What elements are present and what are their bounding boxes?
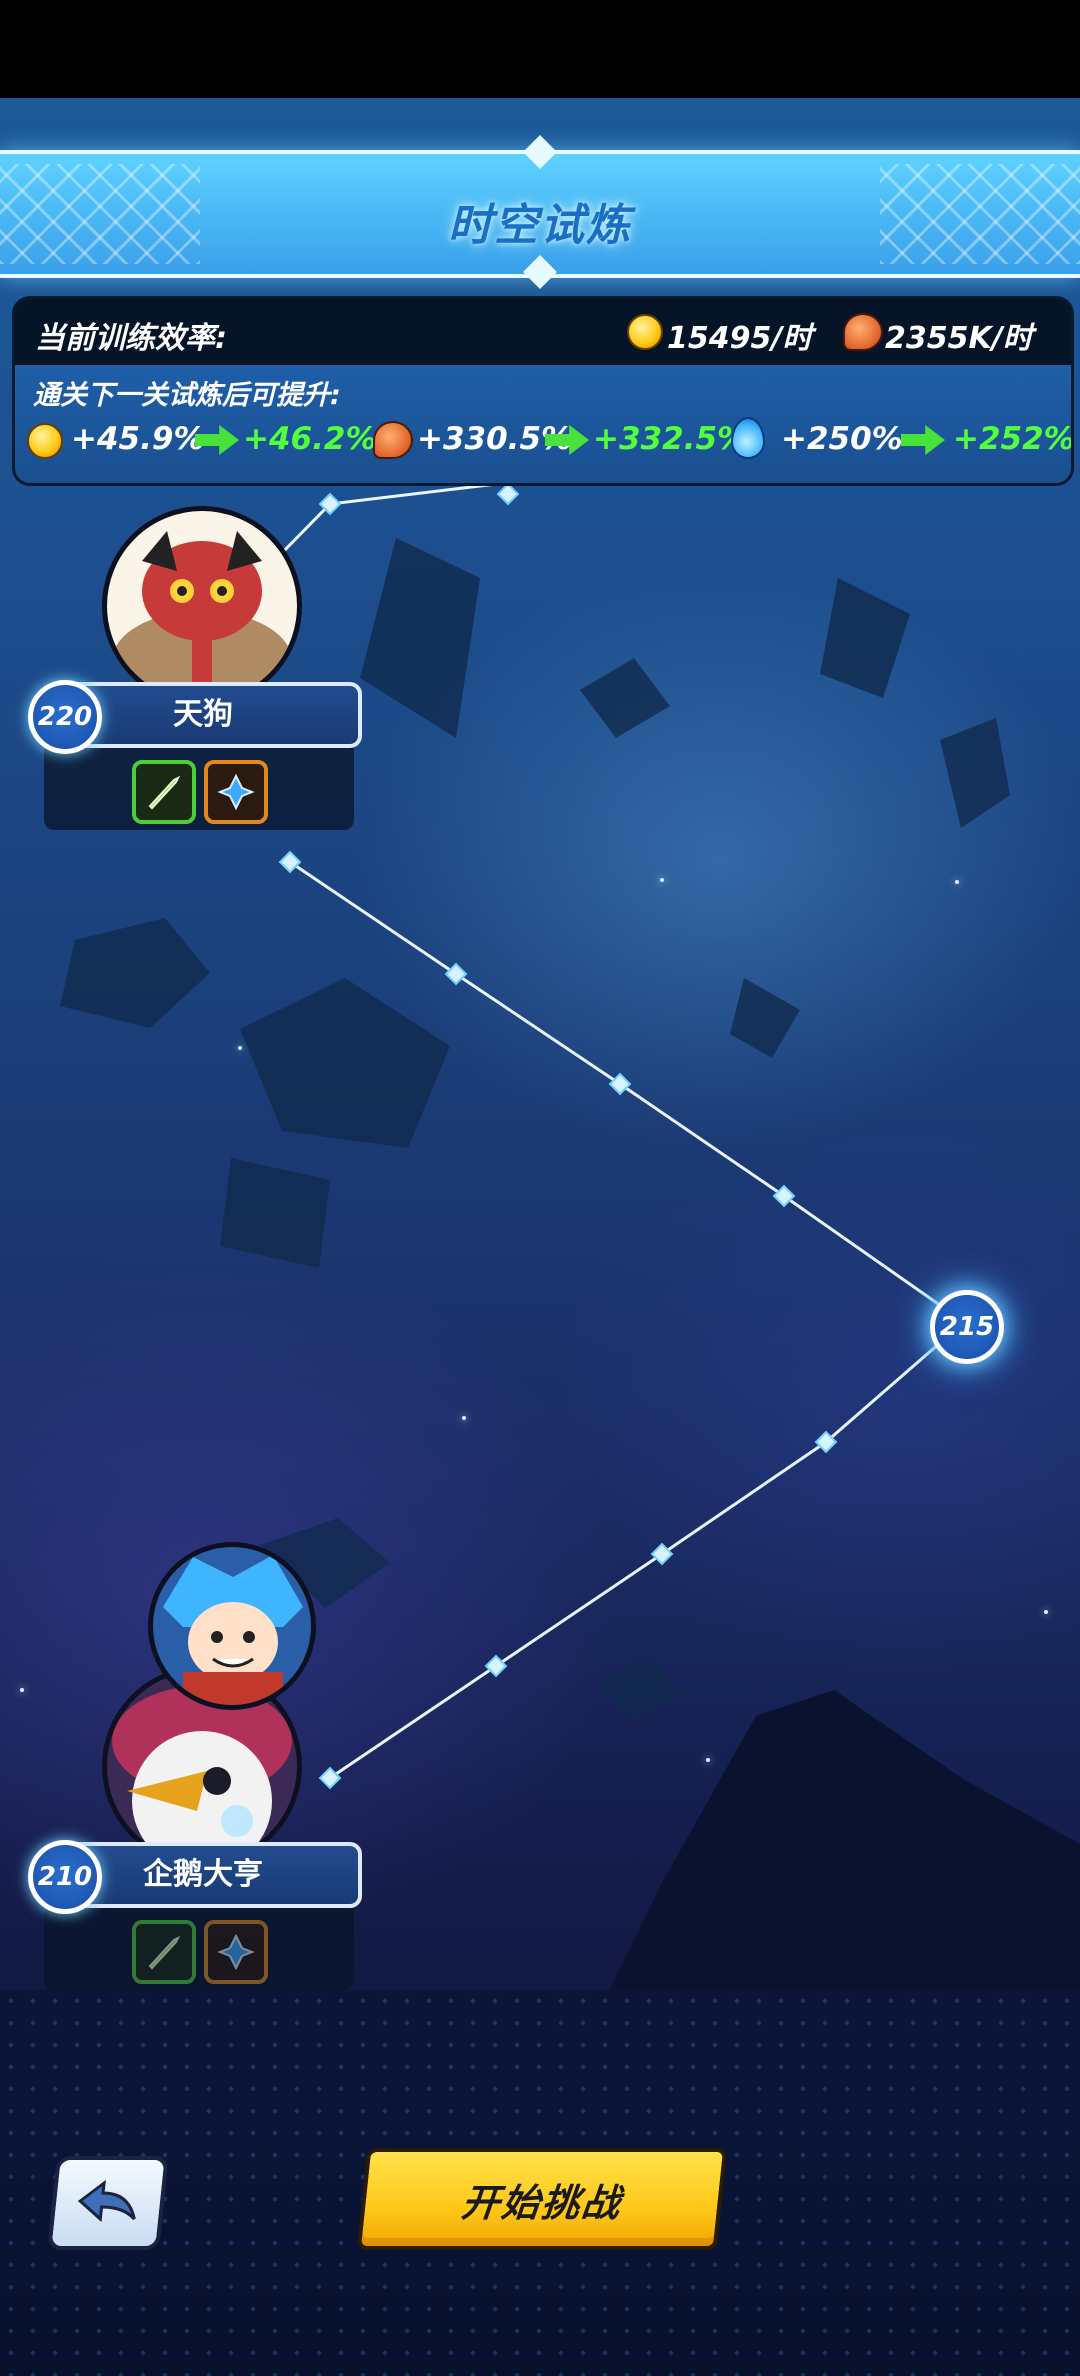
current-efficiency-row: 当前训练效率: 15495/时 2355K/时: [15, 299, 1071, 365]
coin-icon: [27, 423, 63, 459]
efficiency-panel: 当前训练效率: 15495/时 2355K/时 通关下一关试炼后可提升: +45…: [12, 296, 1074, 486]
skill-slot-crystal[interactable]: [204, 1920, 268, 1984]
skill-slot-sword[interactable]: [132, 760, 196, 824]
player-avatar: [148, 1542, 316, 1710]
skill-slot-sword[interactable]: [132, 1920, 196, 1984]
gold-boost-current: +45.9%: [71, 421, 205, 457]
skills-tray: [44, 740, 354, 830]
exp-boost-next: +252%: [953, 421, 1074, 457]
path-node-icon: [484, 1654, 508, 1678]
boost-row: 通关下一关试炼后可提升: +45.9% +46.2% +330.5% +332.…: [15, 365, 1071, 483]
sword-icon: [148, 775, 181, 810]
back-arrow-icon: [77, 2179, 136, 2223]
game-screen: 时空试炼 当前训练效率: 15495/时 2355K/时 通关下一关试炼后可提升…: [0, 0, 1080, 2376]
boost-label: 通关下一关试炼后可提升:: [33, 380, 341, 411]
player-portrait-icon: [163, 1555, 303, 1705]
path-node-icon: [444, 962, 468, 986]
title-banner: 时空试炼: [0, 135, 1080, 289]
path-node-icon: [650, 1542, 674, 1566]
sword-icon: [148, 1935, 181, 1970]
coin-icon: [627, 314, 663, 350]
path-node-icon: [496, 482, 520, 506]
start-challenge-button[interactable]: 开始挑战: [356, 2148, 728, 2250]
exp-boost-current: +250%: [781, 421, 903, 457]
skills-tray: [44, 1900, 354, 1990]
water-drop-icon: [731, 417, 765, 459]
back-button[interactable]: [47, 2156, 169, 2250]
path-node-icon: [772, 1184, 796, 1208]
level-badge[interactable]: 210: [28, 1840, 102, 1914]
gold-boost-next: +46.2%: [243, 421, 377, 457]
crystal-icon: [217, 1933, 255, 1971]
meat-icon: [373, 421, 413, 459]
skill-slot-crystal[interactable]: [204, 760, 268, 824]
start-challenge-label: 开始挑战: [459, 2180, 624, 2225]
boss-avatar-tengu[interactable]: [102, 506, 302, 706]
path-node-icon: [318, 1766, 342, 1790]
efficiency-label: 当前训练效率:: [35, 321, 227, 356]
food-boost-next: +332.5%: [593, 421, 749, 457]
page-title: 时空试炼: [448, 200, 632, 251]
food-rate: 2355K/时: [885, 321, 1033, 356]
meat-icon: [843, 313, 883, 351]
gold-rate: 15495/时: [667, 321, 813, 356]
level-badge[interactable]: 220: [28, 680, 102, 754]
path-node-icon: [278, 850, 302, 874]
tengu-portrait-icon: [112, 531, 292, 701]
path-node-icon: [608, 1072, 632, 1096]
green-arrow-icon: [901, 425, 945, 455]
crystal-icon: [217, 773, 255, 811]
level-node-215[interactable]: 215: [930, 1290, 1004, 1364]
